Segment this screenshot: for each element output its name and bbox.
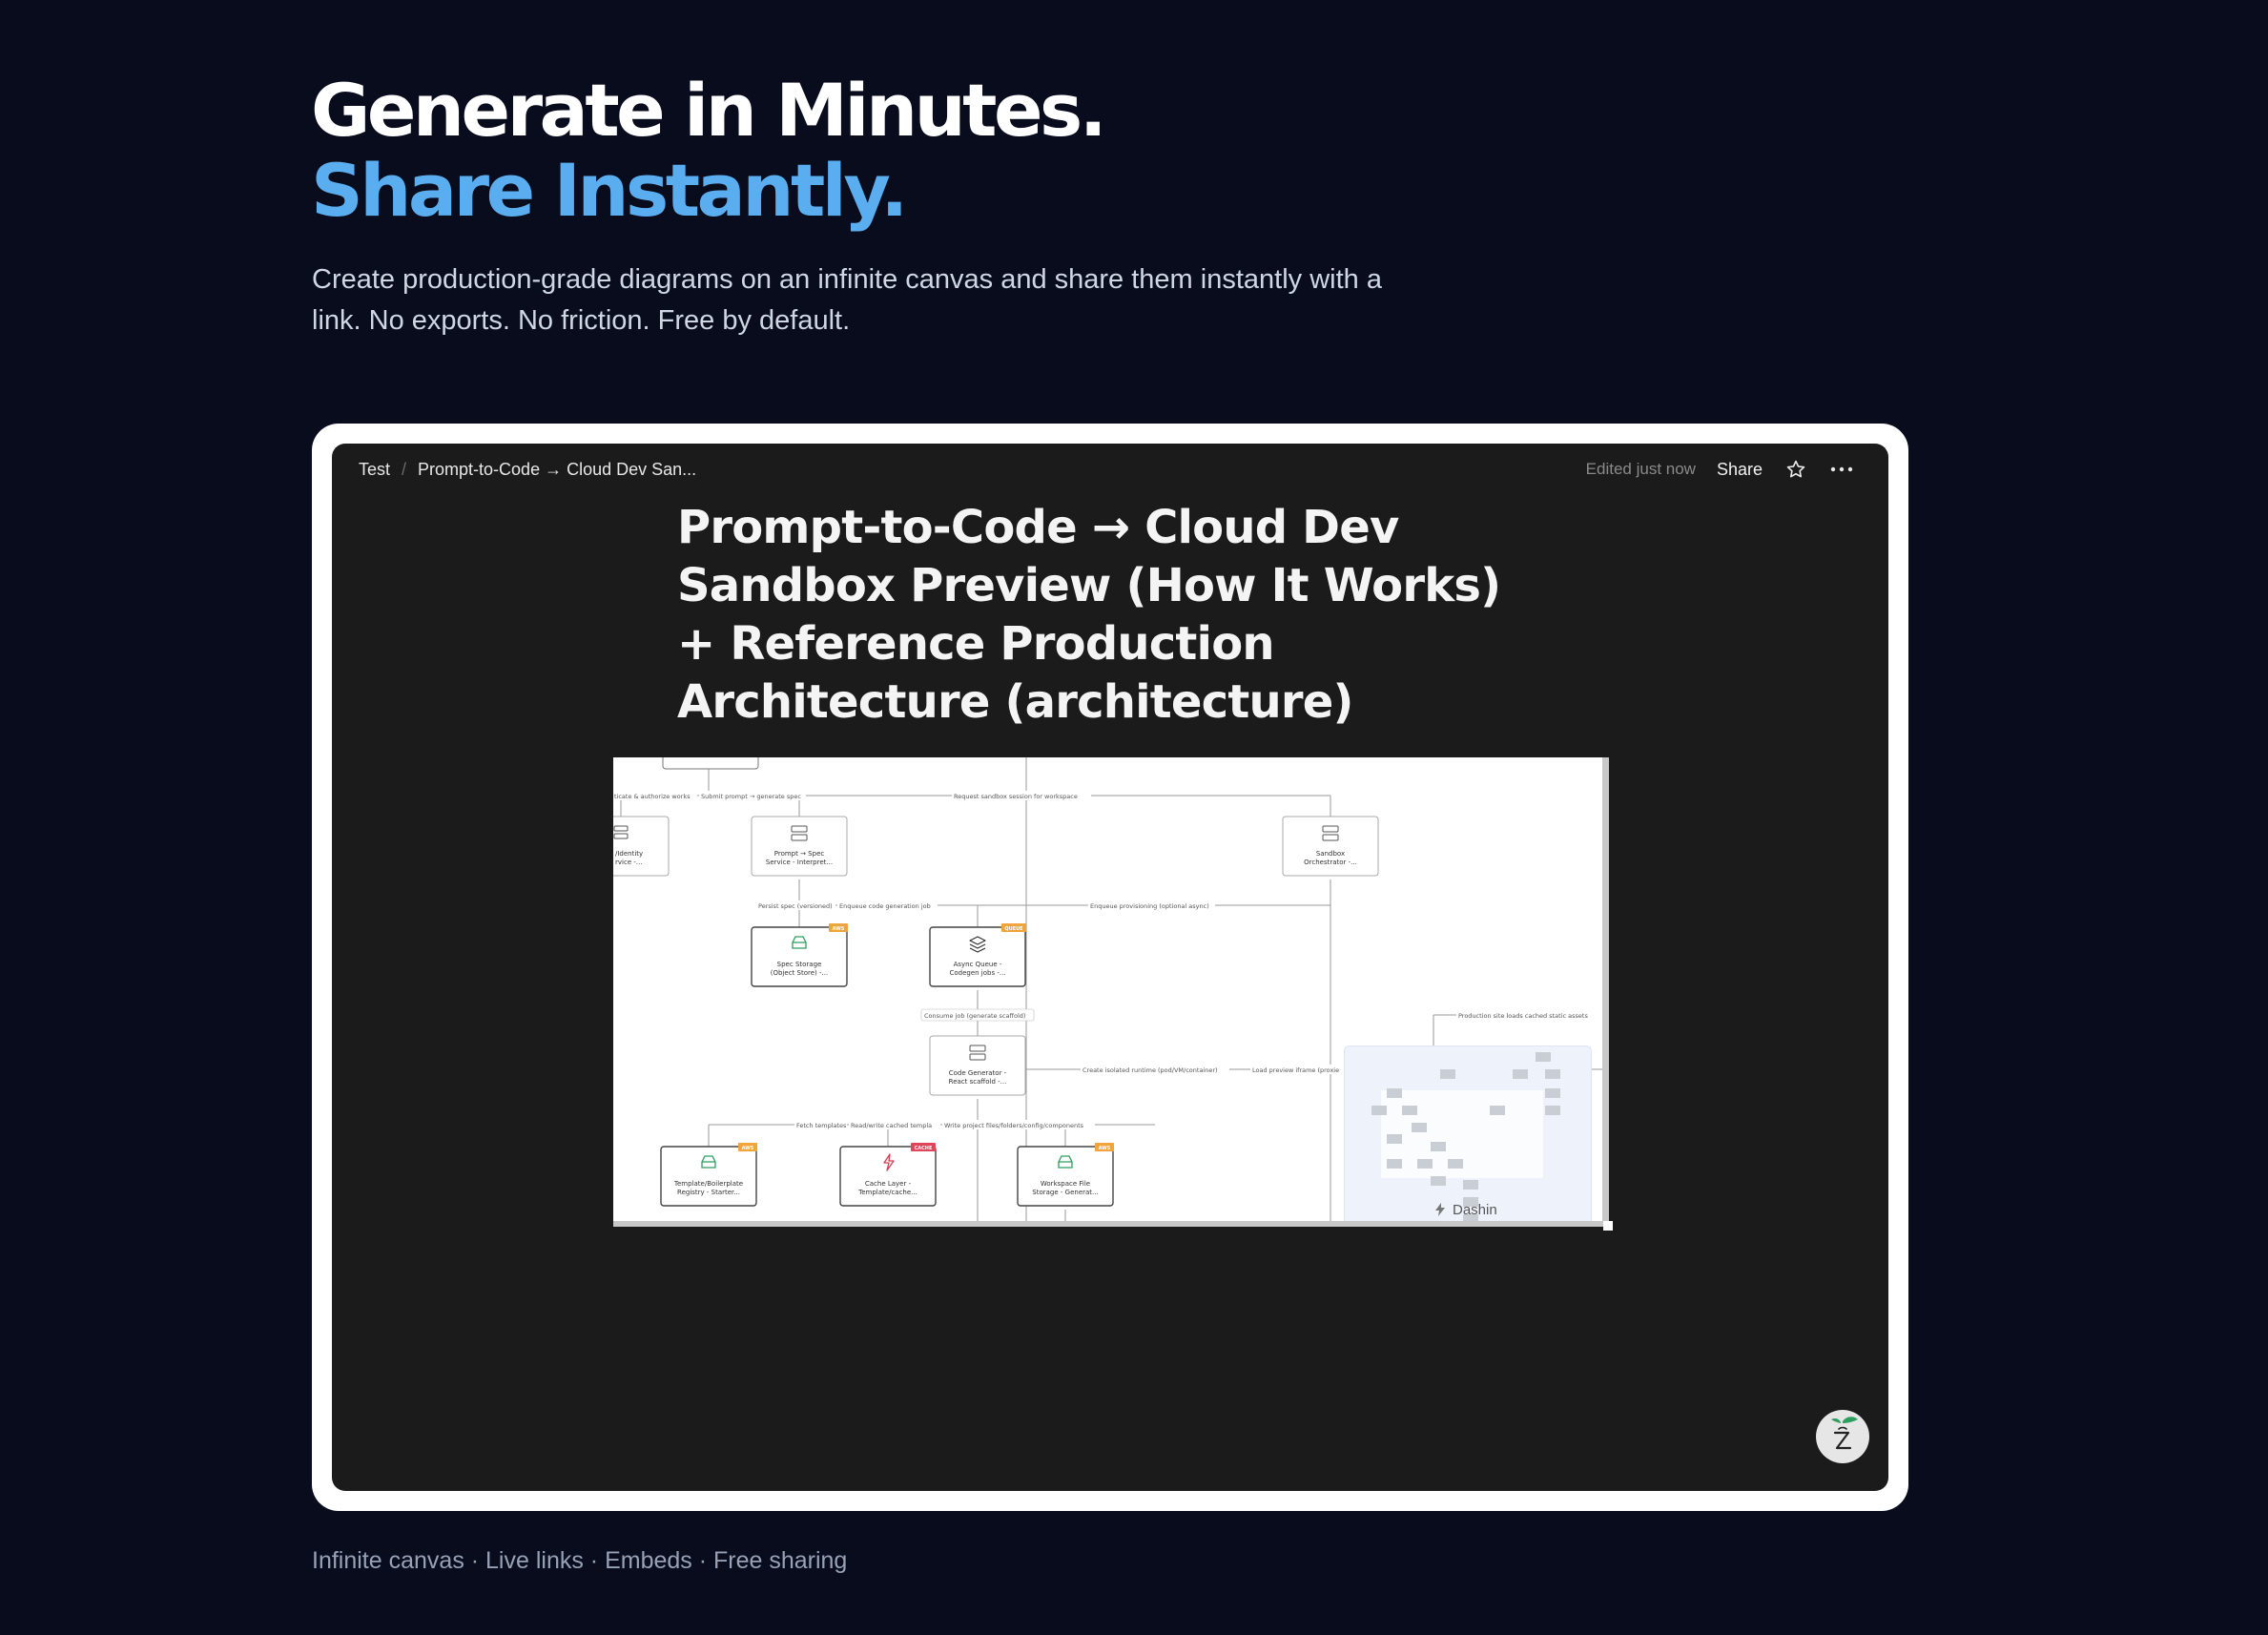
edge-label: Create isolated runtime (pod/VM/containe… (1082, 1066, 1218, 1074)
edge-label: Consume job (generate scaffold) (924, 1012, 1025, 1020)
breadcrumb-root[interactable]: Test (359, 460, 390, 479)
node-label: Codegen jobs -... (949, 969, 1005, 977)
hero-subtitle: Create production-grade diagrams on an i… (312, 264, 1382, 336)
node-identity[interactable]: /Identity rvice -... (613, 816, 670, 877)
node-label: Storage - Generat... (1032, 1189, 1098, 1196)
topbar-actions: Edited just now Share (1586, 457, 1854, 482)
minimap-node (1371, 1106, 1387, 1115)
node-label: (Object Store) -... (771, 969, 828, 977)
minimap-node (1490, 1106, 1505, 1115)
share-button[interactable]: Share (1717, 460, 1763, 480)
minimap-node (1536, 1052, 1551, 1062)
node-async-queue[interactable]: QUEUE Async Queue - Codegen jobs -... (929, 923, 1026, 987)
minimap-node (1402, 1106, 1417, 1115)
brand-badge[interactable]: Dashin (1435, 1198, 1559, 1221)
node-label: Async Queue - (954, 961, 1002, 968)
minimap-node (1463, 1180, 1478, 1190)
app-preview-frame: Test / Prompt-to-Code → Cloud Dev San... E… (312, 424, 1908, 1511)
edge-label: Read/write cached templa (851, 1122, 932, 1129)
minimap-node (1387, 1088, 1402, 1098)
node-label: Cache Layer - (865, 1180, 912, 1188)
document-title[interactable]: Prompt-to-Code → Cloud Dev Sandbox Previ… (677, 499, 1516, 732)
edge-label: Fetch templates (796, 1122, 847, 1129)
edge-label: Production site loads cached static asse… (1458, 1012, 1588, 1020)
assistant-mascot-icon (1831, 1417, 1858, 1450)
embed-resize-handle[interactable] (1603, 1221, 1613, 1231)
edge-label: Enqueue provisioning (optional async) (1090, 902, 1209, 910)
hero-title: Generate in Minutes. Share Instantly. (311, 68, 1107, 233)
node-tag: CACHE (915, 1146, 933, 1151)
breadcrumb-separator: / (402, 460, 407, 479)
minimap-node (1545, 1088, 1560, 1098)
hero-title-line-1: Generate in Minutes. (311, 68, 1107, 153)
node-label: Orchestrator -... (1304, 859, 1357, 866)
node-label: Workspace File (1041, 1180, 1090, 1188)
hero-title-line-2: Share Instantly. (311, 148, 908, 233)
brand-badge-label: Dashin (1453, 1201, 1497, 1218)
edited-status: Edited just now (1585, 460, 1696, 478)
node-spec-storage[interactable]: AWS Spec Storage (Object Store) -... (751, 923, 848, 987)
node-label: Registry - Starter... (677, 1189, 740, 1196)
node-label: Template/cache... (857, 1189, 918, 1196)
node-label: Prompt → Spec (774, 850, 825, 858)
minimap-node (1513, 1069, 1528, 1079)
app-window: Test / Prompt-to-Code → Cloud Dev San... E… (332, 444, 1888, 1491)
minimap-node (1387, 1159, 1402, 1169)
breadcrumb: Test / Prompt-to-Code → Cloud Dev San... (359, 460, 696, 480)
minimap-node (1387, 1134, 1402, 1144)
node-tag: AWS (833, 926, 845, 932)
node-workspace-storage[interactable]: AWS Workspace File Storage - Generat... (1017, 1143, 1114, 1207)
minimap-node (1545, 1106, 1560, 1115)
node-prompt-spec[interactable]: Prompt → Spec Service - Interpret... (751, 816, 848, 877)
feature-tagline: Infinite canvas · Live links · Embeds · … (312, 1547, 848, 1574)
minimap-node (1431, 1142, 1446, 1151)
minimap-node (1417, 1159, 1433, 1169)
edge-label: Load preview iframe (proxie (1252, 1066, 1339, 1074)
node-label: Spec Storage (777, 961, 822, 968)
node-cache-layer[interactable]: CACHE Cache Layer - Template/cache... (839, 1143, 937, 1207)
node-label: React scaffold -... (949, 1078, 1007, 1086)
edge-label: Write project files/folders/config/compo… (944, 1122, 1084, 1129)
node-template-registry[interactable]: AWS Template/Boilerplate Registry - Star… (660, 1143, 757, 1207)
node-tag: AWS (742, 1146, 754, 1151)
edge-label: Submit prompt → generate spec (701, 793, 801, 800)
node-label: /Identity (615, 850, 643, 858)
node-label: Service - Interpret... (766, 859, 833, 866)
minimap-node (1448, 1159, 1463, 1169)
star-icon[interactable] (1783, 457, 1808, 482)
diagram-embed[interactable]: ticate & authorize works Submit prompt →… (613, 757, 1609, 1227)
bolt-icon (1435, 1203, 1445, 1216)
edge-label: Request sandbox session for workspace (954, 793, 1078, 800)
node-tag: AWS (1099, 1146, 1111, 1151)
edge-label: ticate & authorize works (614, 793, 691, 800)
node-tag: QUEUE (1004, 926, 1023, 932)
node-code-generator[interactable]: Code Generator - React scaffold -... (929, 1035, 1026, 1096)
minimap-node (1440, 1069, 1455, 1079)
app-topbar: Test / Prompt-to-Code → Cloud Dev San... E… (332, 444, 1888, 493)
assistant-button[interactable] (1816, 1410, 1869, 1463)
minimap-node (1545, 1069, 1560, 1079)
embed-scrollbar-vertical[interactable] (1602, 757, 1609, 1225)
minimap-node (1412, 1123, 1427, 1132)
node-label: rvice -... (615, 859, 643, 866)
embed-scrollbar-horizontal[interactable] (613, 1221, 1609, 1227)
more-options-icon[interactable] (1829, 457, 1854, 482)
edge-label: Persist spec (versioned) (758, 902, 833, 910)
node-label: Sandbox (1316, 850, 1345, 858)
partial-node-top[interactable] (662, 757, 759, 770)
node-label: Template/Boilerplate (673, 1180, 743, 1188)
node-label: Code Generator - (949, 1069, 1007, 1077)
minimap-node (1431, 1176, 1446, 1186)
edge-label: Enqueue code generation job (839, 902, 931, 910)
node-sandbox-orchestrator[interactable]: Sandbox Orchestrator -... (1282, 816, 1379, 877)
breadcrumb-current[interactable]: Prompt-to-Code → Cloud Dev San... (418, 460, 696, 479)
